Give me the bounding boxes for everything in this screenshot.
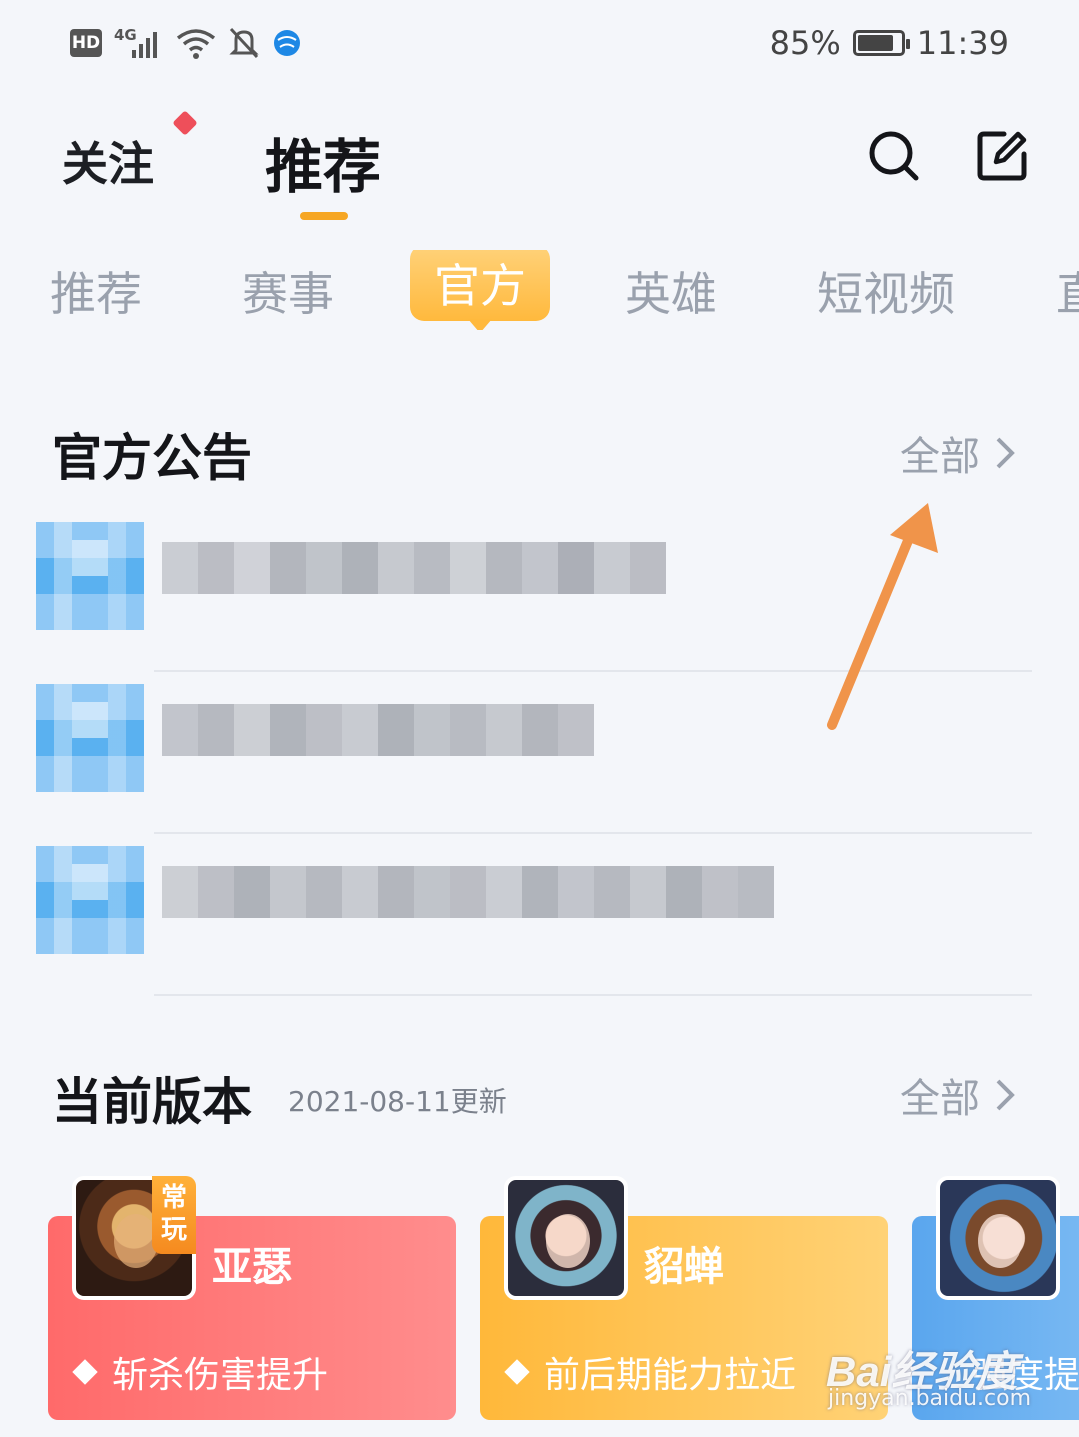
blurred-text-block xyxy=(630,866,666,918)
hero-name: 貂蝉 xyxy=(644,1244,724,1290)
version-title: 当前版本 xyxy=(52,1073,252,1131)
blurred-text-block xyxy=(306,866,342,918)
announcements-more-link[interactable]: 全部 xyxy=(900,424,1016,482)
status-left: HD 4G xyxy=(70,26,302,60)
blurred-text-block xyxy=(558,866,594,918)
version-updated-date: 2021-08-11更新 xyxy=(288,1085,507,1118)
blurred-text-block xyxy=(486,542,522,594)
blurred-text-block xyxy=(342,542,378,594)
tab-heroes[interactable]: 英雄 xyxy=(625,258,717,324)
blurred-text-block xyxy=(306,704,342,756)
blurred-text-block xyxy=(342,866,378,918)
diamond-bullet-icon xyxy=(504,1359,530,1385)
blurred-text-block xyxy=(198,542,234,594)
blurred-text-block xyxy=(234,866,270,918)
tab-events[interactable]: 赛事 xyxy=(242,258,334,324)
blurred-text-block xyxy=(270,542,306,594)
blurred-text-block xyxy=(414,542,450,594)
blurred-text-block xyxy=(738,866,774,918)
hero-avatar xyxy=(504,1176,628,1300)
hero-change-text: 前后期能力拉近 xyxy=(544,1355,797,1396)
tab-live[interactable]: 直 xyxy=(1056,258,1079,324)
status-right: 85% 11:39 xyxy=(770,24,1009,62)
blurred-text-block xyxy=(198,866,234,918)
announcement-thumbnail xyxy=(36,846,144,954)
blurred-text-block xyxy=(522,542,558,594)
hero-name: 亚瑟 xyxy=(212,1244,292,1290)
blurred-text-block xyxy=(522,704,558,756)
blurred-text-block xyxy=(594,866,630,918)
blurred-text-block xyxy=(162,866,198,918)
nav-active-indicator xyxy=(300,212,348,220)
tab-recommend[interactable]: 推荐 xyxy=(50,258,142,324)
blurred-text-block xyxy=(378,704,414,756)
chevron-right-icon xyxy=(996,1079,1015,1111)
blurred-text-block xyxy=(414,704,450,756)
hero-change-desc: 前后期能力拉近 xyxy=(504,1346,797,1398)
blurred-text-block xyxy=(702,866,738,918)
diamond-bullet-icon xyxy=(72,1359,98,1385)
blurred-text-block xyxy=(450,704,486,756)
chevron-right-icon xyxy=(996,437,1015,469)
announcements-title: 官方公告 xyxy=(52,429,252,487)
blurred-text-block xyxy=(234,542,270,594)
blurred-text-block xyxy=(234,704,270,756)
divider xyxy=(154,994,1032,996)
announcement-thumbnail xyxy=(36,684,144,792)
announcement-item[interactable] xyxy=(36,846,1032,996)
battery-percent: 85% xyxy=(769,24,841,62)
hero-avatar xyxy=(936,1176,1060,1300)
search-icon[interactable] xyxy=(866,128,922,184)
tab-official[interactable]: 官方 xyxy=(410,250,550,330)
blurred-text-block xyxy=(630,542,666,594)
edit-icon[interactable] xyxy=(974,128,1030,184)
announcement-text-blurred xyxy=(162,866,774,918)
version-more-link[interactable]: 全部 xyxy=(900,1066,1016,1124)
blurred-text-block xyxy=(414,866,450,918)
mute-bell-icon xyxy=(229,27,259,59)
divider xyxy=(154,832,1032,834)
frequent-play-badge: 常玩 xyxy=(152,1176,196,1254)
wifi-icon xyxy=(176,29,216,59)
watermark: Bai经验度 jingyan.baidu.com xyxy=(826,1338,1031,1411)
blurred-text-block xyxy=(558,704,594,756)
unread-dot xyxy=(172,110,198,136)
blurred-text-block xyxy=(594,542,630,594)
blurred-text-block xyxy=(270,704,306,756)
annotation-arrow xyxy=(827,503,938,730)
more-label: 全部 xyxy=(900,434,980,480)
blurred-text-block xyxy=(378,866,414,918)
blurred-text-block xyxy=(486,866,522,918)
announcement-text-blurred xyxy=(162,542,666,594)
watermark-url: jingyan.baidu.com xyxy=(828,1386,1032,1411)
blurred-text-block xyxy=(342,704,378,756)
blurred-text-block xyxy=(522,866,558,918)
status-bar: HD 4G 85% 11:39 xyxy=(0,0,1079,88)
blurred-text-block xyxy=(306,542,342,594)
blurred-text-block xyxy=(270,866,306,918)
blurred-text-block xyxy=(486,704,522,756)
hero-change-desc: 斩杀伤害提升 xyxy=(72,1346,329,1398)
announcement-text-blurred xyxy=(162,704,594,756)
clock: 11:39 xyxy=(916,24,1009,62)
blurred-text-block xyxy=(558,542,594,594)
nav-follow[interactable]: 关注 xyxy=(62,128,154,194)
nav-recommend[interactable]: 推荐 xyxy=(265,120,381,204)
blurred-text-block xyxy=(162,704,198,756)
blurred-text-block xyxy=(450,866,486,918)
tab-short-video[interactable]: 短视频 xyxy=(817,258,955,324)
signal-icon: 4G xyxy=(114,26,164,60)
announcement-thumbnail xyxy=(36,522,144,630)
hd-indicator: HD xyxy=(70,29,102,57)
blurred-text-block xyxy=(162,542,198,594)
hero-change-text: 斩杀伤害提升 xyxy=(112,1355,329,1396)
app-notification-icon xyxy=(274,30,300,56)
more-label: 全部 xyxy=(900,1076,980,1122)
blurred-text-block xyxy=(666,866,702,918)
blurred-text-block xyxy=(198,704,234,756)
category-tabs: 推荐 赛事 官方 英雄 短视频 直 xyxy=(0,250,1079,330)
blurred-text-block xyxy=(378,542,414,594)
battery-icon xyxy=(852,30,910,56)
blurred-text-block xyxy=(450,542,486,594)
